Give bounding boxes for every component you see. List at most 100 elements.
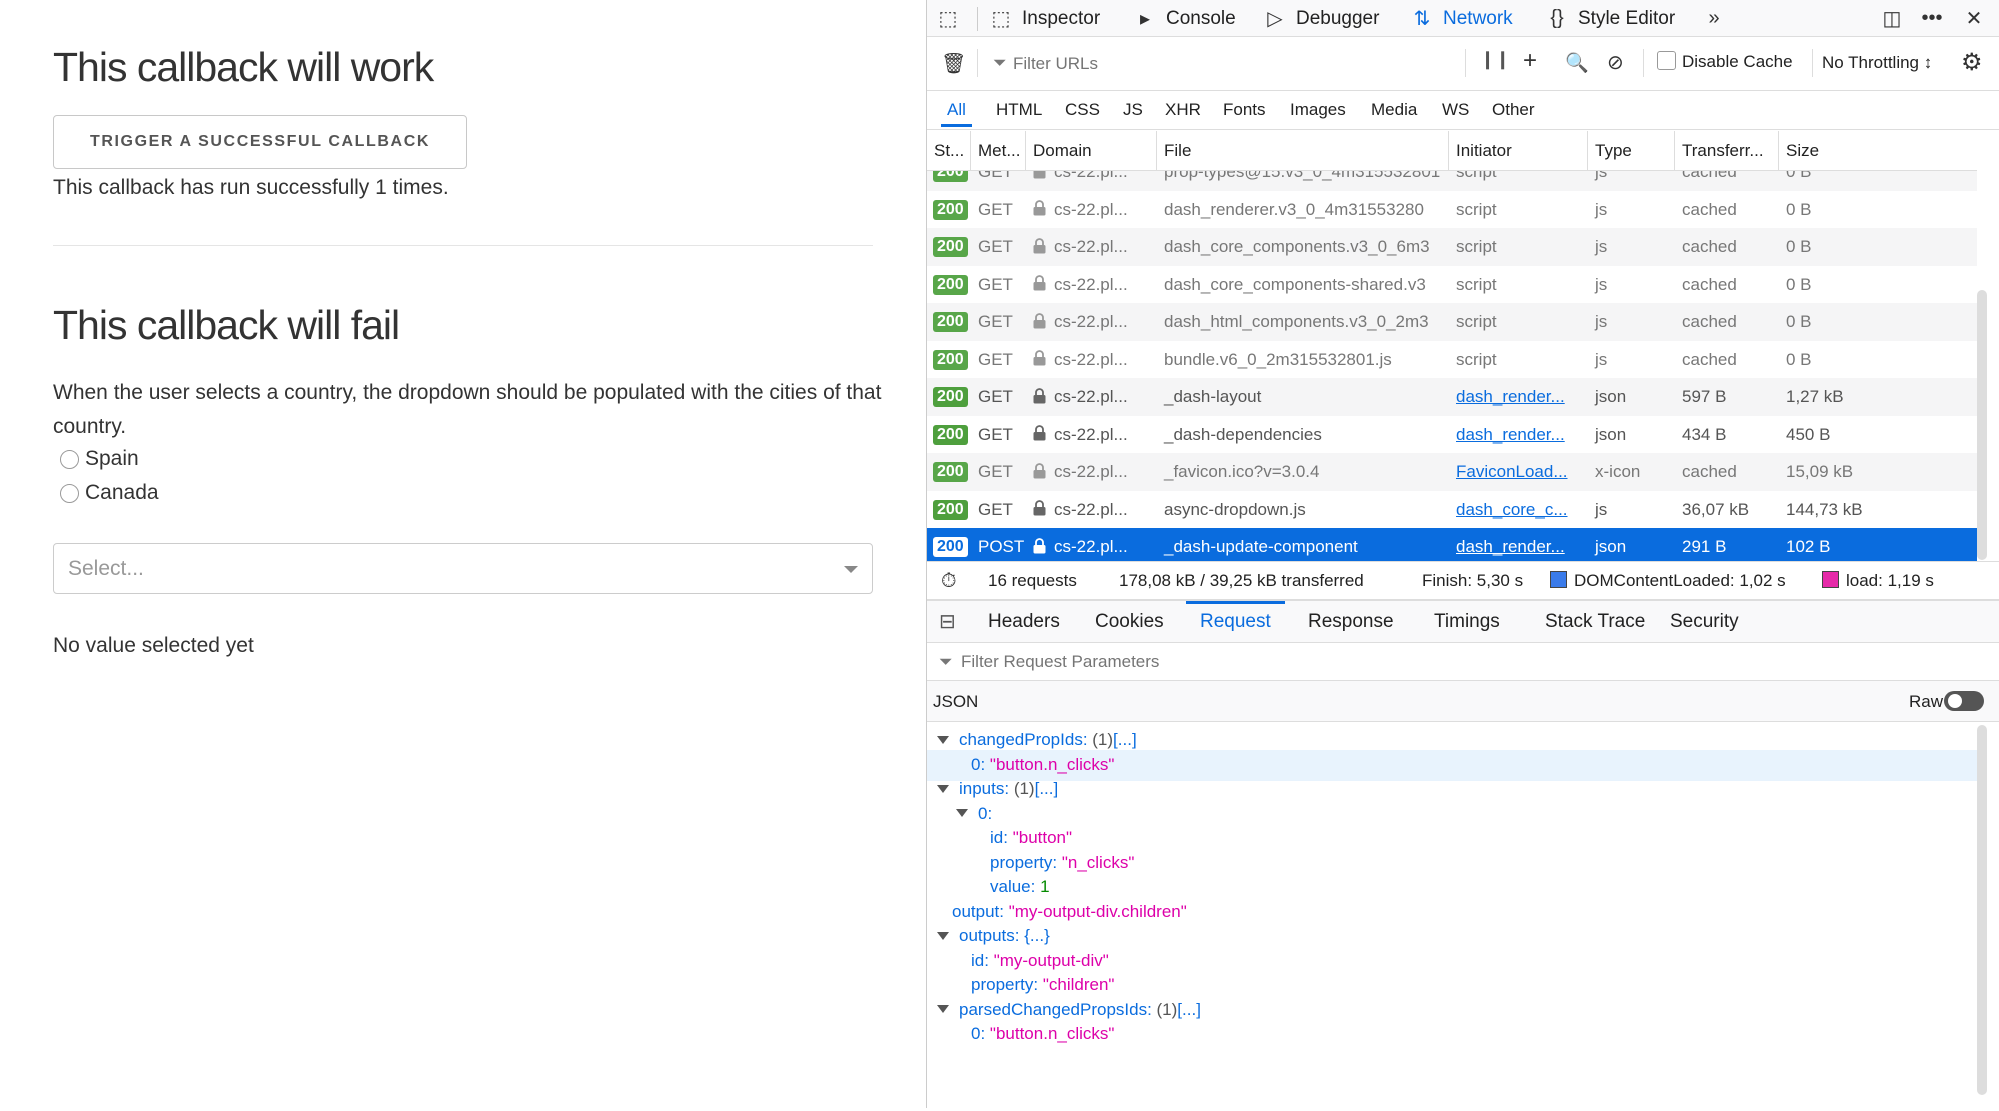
- json-key: inputs:: [959, 779, 1010, 798]
- pick-element-button[interactable]: ⬚: [937, 0, 969, 37]
- request-row[interactable]: 200 GET cs-22.pl... dash_renderer.v3_0_4m31…: [927, 191, 1977, 229]
- expand-toggle-icon[interactable]: [956, 809, 968, 818]
- tab-network[interactable]: ⇅ Network: [1411, 0, 1513, 37]
- cell-method: GET: [978, 171, 1013, 181]
- column-header-domain[interactable]: Domain: [1026, 131, 1157, 171]
- cell-file: dash_core_components-shared.v3: [1164, 274, 1426, 294]
- detail-tab-stack-trace[interactable]: Stack Trace: [1545, 601, 1645, 644]
- column-header-status[interactable]: St...: [927, 131, 971, 171]
- column-header-size[interactable]: Size: [1779, 131, 1977, 171]
- radio-canada[interactable]: Canada: [60, 481, 159, 505]
- expand-toggle-icon[interactable]: [937, 784, 949, 793]
- plus-icon[interactable]: +: [1523, 47, 1537, 75]
- expand-toggle-icon[interactable]: [937, 735, 949, 744]
- pause-icon[interactable]: ❙❙: [1480, 49, 1510, 70]
- column-header-initiator[interactable]: Initiator: [1449, 131, 1588, 171]
- throttling-select[interactable]: No Throttling ↕: [1822, 53, 1932, 73]
- cell-domain: cs-22.pl...: [1026, 528, 1157, 561]
- type-tab-other[interactable]: Other: [1492, 91, 1535, 130]
- request-row[interactable]: 200 GET cs-22.pl... _favicon.ico?v=3.0.4 Fav…: [927, 453, 1977, 491]
- column-header-method[interactable]: Met...: [971, 131, 1026, 171]
- status-badge: 200: [933, 349, 968, 370]
- initiator-link[interactable]: FaviconLoad...: [1456, 462, 1568, 481]
- request-row[interactable]: 200 GET cs-22.pl... dash_core_components.v3…: [927, 228, 1977, 266]
- network-summary-bar: ⏱ 16 requests 178,08 kB / 39,25 kB trans…: [927, 561, 1999, 600]
- cell-initiator: FaviconLoad...: [1449, 453, 1588, 491]
- cell-type: json: [1595, 537, 1627, 556]
- close-devtools-button[interactable]: ✕: [1963, 0, 1995, 37]
- cell-transferred: 597 B: [1682, 387, 1727, 406]
- type-tab-js[interactable]: JS: [1123, 91, 1143, 130]
- type-tab-xhr[interactable]: XHR: [1165, 91, 1201, 130]
- raw-toggle[interactable]: [1944, 691, 1984, 711]
- json-scrollbar[interactable]: [1977, 725, 1987, 1095]
- json-line[interactable]: 0:: [956, 798, 992, 829]
- detail-tab-response[interactable]: Response: [1308, 601, 1394, 644]
- dock-icon: ◫: [1882, 8, 1902, 30]
- request-row[interactable]: 200 GET cs-22.pl... _dash-dependencies dash_…: [927, 416, 1977, 454]
- json-line[interactable]: 0: "button.n_clicks": [971, 1018, 1114, 1049]
- more-options-button[interactable]: •••: [1921, 0, 1953, 37]
- trash-icon[interactable]: 🗑: [941, 51, 966, 76]
- type-tab-fonts[interactable]: Fonts: [1223, 91, 1266, 130]
- radio-circle[interactable]: [60, 483, 79, 503]
- request-row[interactable]: 200 GET cs-22.pl... bundle.v6_0_2m315532801…: [927, 341, 1977, 379]
- search-icon[interactable]: 🔍: [1565, 51, 1589, 75]
- detail-tab-request[interactable]: Request: [1186, 601, 1285, 644]
- requests-scrollbar[interactable]: [1977, 290, 1987, 560]
- trigger-callback-button[interactable]: TRIGGER A SUCCESSFUL CALLBACK: [53, 115, 467, 169]
- type-tab-ws[interactable]: WS: [1442, 91, 1469, 130]
- radio-spain[interactable]: Spain: [60, 447, 139, 471]
- tab-console[interactable]: ▸ Console: [1134, 0, 1236, 37]
- type-tab-media[interactable]: Media: [1371, 91, 1417, 130]
- more-tabs-button[interactable]: »: [1703, 0, 1735, 37]
- request-row[interactable]: 200 GET cs-22.pl... async-dropdown.js dash_c…: [927, 491, 1977, 529]
- initiator-link[interactable]: dash_render...: [1456, 425, 1565, 444]
- detail-tab-timings[interactable]: Timings: [1434, 601, 1500, 644]
- filter-urls-input[interactable]: [1013, 49, 1383, 79]
- toggle-sidebar-icon[interactable]: ⊟: [939, 601, 956, 644]
- request-row[interactable]: 200 GET cs-22.pl... dash_html_components.v3…: [927, 303, 1977, 341]
- checkbox-box[interactable]: [1657, 51, 1676, 71]
- radio-circle[interactable]: [60, 449, 79, 469]
- request-row[interactable]: 200 GET cs-22.pl... prop-types@15.v3_0_4m31…: [927, 171, 1977, 191]
- cell-transferred: 36,07 kB: [1682, 499, 1750, 519]
- expand-toggle-icon[interactable]: [937, 931, 949, 940]
- type-tab-css[interactable]: CSS: [1065, 91, 1100, 130]
- type-tab-html[interactable]: HTML: [996, 91, 1042, 130]
- column-header-transferred[interactable]: Transferr...: [1675, 131, 1779, 171]
- expand-toggle-icon[interactable]: [937, 1005, 949, 1014]
- column-header-file[interactable]: File: [1157, 131, 1449, 171]
- block-icon[interactable]: ⊘: [1607, 50, 1624, 75]
- tab-style-editor[interactable]: {} Style Editor: [1546, 0, 1675, 37]
- disable-cache-checkbox[interactable]: Disable Cache: [1657, 51, 1793, 72]
- type-tab-images[interactable]: Images: [1290, 91, 1346, 130]
- initiator-link[interactable]: dash_core_c...: [1456, 500, 1568, 519]
- cell-domain: cs-22.pl...: [1026, 303, 1157, 341]
- cell-domain: cs-22.pl...: [1026, 453, 1157, 491]
- request-row[interactable]: 200 GET cs-22.pl... dash_core_components-sh…: [927, 266, 1977, 304]
- type-tab-all[interactable]: All: [941, 91, 972, 130]
- request-row[interactable]: 200 GET cs-22.pl... _dash-layout dash_render…: [927, 378, 1977, 416]
- json-string-value: "n_clicks": [1061, 852, 1135, 872]
- tab-inspector[interactable]: ⬚ Inspector: [990, 0, 1101, 37]
- status-badge: 200: [933, 387, 968, 407]
- initiator-link[interactable]: dash_render...: [1456, 387, 1565, 406]
- dock-button[interactable]: ◫: [1881, 0, 1913, 37]
- cell-status: 200: [927, 228, 971, 266]
- divider: [1643, 49, 1644, 77]
- devtools-panel: ⬚ ⬚ Inspector ▸ Console ▷ Debugger ⇅ Net…: [926, 0, 1999, 1111]
- detail-tab-security[interactable]: Security: [1670, 601, 1739, 644]
- detail-tab-headers[interactable]: Headers: [988, 601, 1060, 644]
- cell-method: GET: [978, 274, 1013, 294]
- city-dropdown[interactable]: Select...: [53, 543, 873, 594]
- filter-params-input[interactable]: [961, 647, 1461, 677]
- request-row[interactable]: 200 POST cs-22.pl... _dash-update-component…: [927, 528, 1977, 561]
- detail-tab-cookies[interactable]: Cookies: [1095, 601, 1164, 644]
- column-header-type[interactable]: Type: [1588, 131, 1675, 171]
- tab-debugger[interactable]: ▷ Debugger: [1264, 0, 1379, 37]
- requests-count: 16 requests: [988, 571, 1077, 590]
- gear-icon[interactable]: ⚙: [1961, 48, 1983, 77]
- chevron-down-icon[interactable]: [844, 566, 858, 573]
- initiator-link[interactable]: dash_render...: [1456, 537, 1565, 556]
